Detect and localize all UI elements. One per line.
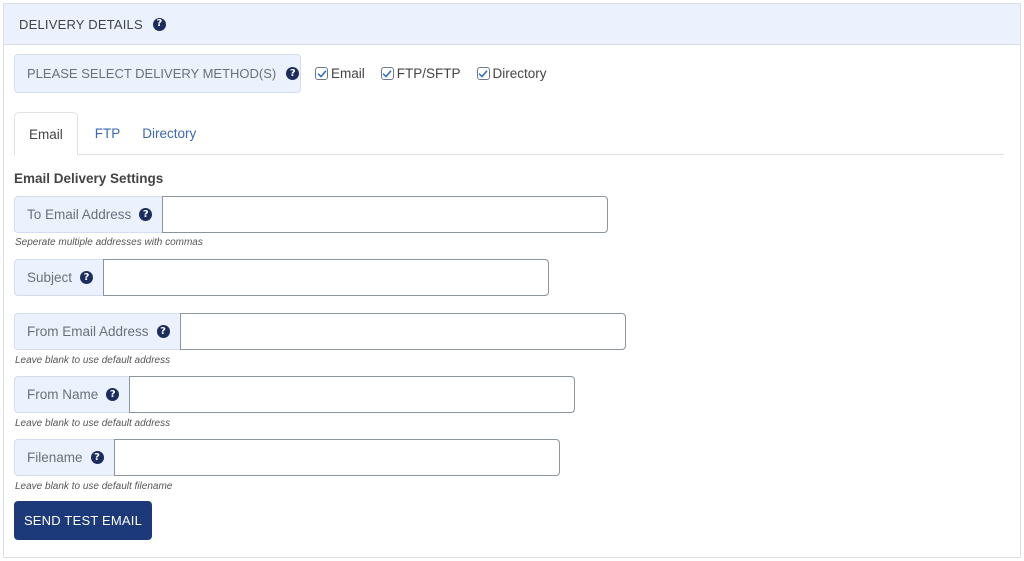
from-email-input[interactable]: [179, 313, 626, 350]
delivery-method-label: PLEASE SELECT DELIVERY METHOD(S) ?: [14, 54, 301, 93]
from-name-field: From Name ?: [14, 376, 576, 413]
filename-input[interactable]: [113, 439, 560, 476]
help-icon[interactable]: ?: [90, 451, 104, 464]
help-icon[interactable]: ?: [80, 271, 94, 284]
from-email-field: From Email Address ?: [14, 313, 626, 350]
to-email-label: To Email Address ?: [14, 196, 163, 233]
checkbox-checked-icon[interactable]: [476, 67, 490, 80]
help-icon[interactable]: ?: [106, 388, 120, 401]
to-email-hint: Seperate multiple addresses with commas: [15, 237, 203, 248]
filename-label: Filename ?: [14, 439, 114, 476]
from-email-hint: Leave blank to use default address: [15, 355, 171, 366]
checkbox-email[interactable]: Email: [315, 66, 365, 81]
tab-ftp[interactable]: FTP: [78, 112, 129, 155]
from-name-label: From Name ?: [14, 376, 130, 413]
field-label-text: Filename: [27, 450, 83, 465]
to-email-field: To Email Address ?: [14, 196, 609, 233]
delivery-method-row: PLEASE SELECT DELIVERY METHOD(S) ? Email…: [14, 54, 547, 93]
checkbox-label: FTP/SFTP: [396, 66, 461, 81]
field-label-text: Subject: [27, 270, 73, 285]
filename-hint: Leave blank to use default filename: [15, 481, 173, 492]
from-email-label: From Email Address ?: [14, 313, 180, 350]
help-icon[interactable]: ?: [152, 17, 166, 31]
send-test-email-button[interactable]: SEND TEST EMAIL: [14, 501, 152, 540]
checkbox-checked-icon[interactable]: [380, 67, 394, 80]
checkbox-ftp-sftp[interactable]: FTP/SFTP: [380, 66, 461, 81]
checkbox-directory[interactable]: Directory: [476, 66, 547, 81]
to-email-input[interactable]: [162, 196, 609, 233]
delivery-method-label-text: PLEASE SELECT DELIVERY METHOD(S): [27, 66, 277, 81]
checkbox-label: Directory: [492, 66, 547, 81]
delivery-tabs: Email FTP Directory: [14, 112, 1004, 156]
section-title: Email Delivery Settings: [14, 171, 164, 186]
checkbox-label: Email: [331, 66, 365, 81]
filename-field: Filename ?: [14, 439, 560, 476]
help-icon[interactable]: ?: [156, 325, 170, 338]
checkbox-checked-icon[interactable]: [315, 67, 328, 80]
panel-header: DELIVERY DETAILS ?: [4, 4, 1020, 45]
subject-input[interactable]: [103, 259, 550, 296]
tab-email[interactable]: Email: [14, 112, 78, 156]
tab-directory[interactable]: Directory: [128, 112, 210, 155]
subject-label: Subject ?: [14, 259, 104, 296]
subject-field: Subject ?: [14, 259, 550, 296]
panel-title: DELIVERY DETAILS: [19, 16, 143, 32]
from-name-hint: Leave blank to use default address: [15, 418, 171, 429]
help-icon[interactable]: ?: [139, 208, 153, 221]
help-icon[interactable]: ?: [286, 67, 300, 80]
field-label-text: From Name: [27, 387, 99, 402]
field-label-text: To Email Address: [27, 207, 132, 222]
field-label-text: From Email Address: [27, 324, 149, 339]
from-name-input[interactable]: [129, 376, 576, 413]
